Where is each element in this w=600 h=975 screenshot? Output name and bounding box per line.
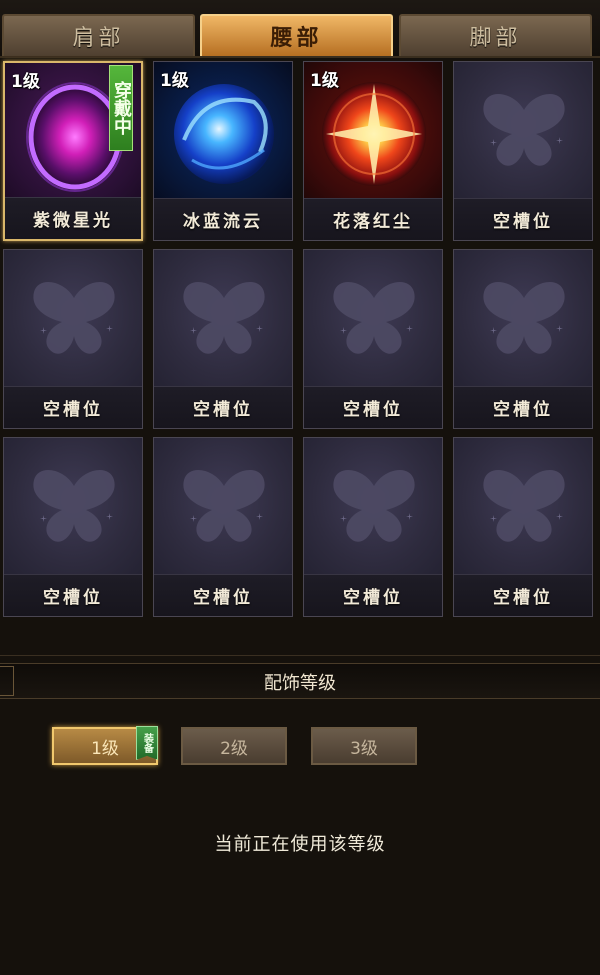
slot-name: 空槽位: [304, 574, 442, 616]
slot-name: 冰蓝流云: [154, 198, 292, 240]
status-text: 当前正在使用该等级: [214, 834, 386, 855]
slot-level: 1级: [11, 72, 40, 92]
empty-slot[interactable]: 空槽位: [303, 437, 443, 617]
tab-bar: 肩部 腰部 脚部: [0, 0, 600, 58]
butterfly-placeholder-icon: [33, 469, 115, 542]
tab-shoulder[interactable]: 肩部: [2, 14, 195, 56]
worn-badge: 穿戴中: [109, 65, 133, 151]
slot-name: 空槽位: [454, 574, 592, 616]
empty-slot[interactable]: 空槽位: [3, 437, 143, 617]
tab-waist[interactable]: 腰部: [200, 14, 393, 56]
empty-slot[interactable]: 空槽位: [453, 249, 593, 429]
accessory-slot[interactable]: 1级 花落红尘: [303, 61, 443, 241]
empty-slot[interactable]: 空槽位: [3, 249, 143, 429]
butterfly-placeholder-icon: [483, 281, 565, 354]
slot-name: 空槽位: [4, 386, 142, 428]
level-3-button[interactable]: 3级: [311, 727, 417, 765]
butterfly-placeholder-icon: [333, 469, 415, 542]
divider: [0, 655, 600, 658]
empty-slot[interactable]: 空槽位: [153, 437, 293, 617]
empty-slot[interactable]: 空槽位: [453, 61, 593, 241]
slot-name: 空槽位: [454, 386, 592, 428]
slot-name: 空槽位: [154, 574, 292, 616]
empty-slot[interactable]: 空槽位: [153, 249, 293, 429]
slot-name: 空槽位: [304, 386, 442, 428]
butterfly-placeholder-icon: [33, 281, 115, 354]
butterfly-placeholder-icon: [333, 281, 415, 354]
section-header: 配饰等级: [0, 663, 600, 699]
slot-name: 花落红尘: [304, 198, 442, 240]
butterfly-placeholder-icon: [483, 93, 565, 166]
butterfly-placeholder-icon: [483, 469, 565, 542]
level-2-button[interactable]: 2级: [181, 727, 287, 765]
accessory-grid: 1级 穿戴中 紫微星光 1级 冰蓝流云 1级 花落红尘 空槽位 空槽位 空槽位 …: [3, 61, 593, 617]
slot-name: 空槽位: [4, 574, 142, 616]
tab-feet[interactable]: 脚部: [399, 14, 592, 56]
butterfly-placeholder-icon: [183, 469, 265, 542]
empty-slot[interactable]: 空槽位: [303, 249, 443, 429]
slot-level: 1级: [310, 71, 339, 91]
accessory-slot[interactable]: 1级 冰蓝流云: [153, 61, 293, 241]
equipped-badge: 装备: [136, 726, 158, 760]
section-title: 配饰等级: [264, 673, 336, 694]
slot-name: 紫微星光: [5, 197, 141, 239]
empty-slot[interactable]: 空槽位: [453, 437, 593, 617]
slot-name: 空槽位: [454, 198, 592, 240]
slot-name: 空槽位: [154, 386, 292, 428]
accessory-slot[interactable]: 1级 穿戴中 紫微星光: [3, 61, 143, 241]
butterfly-placeholder-icon: [183, 281, 265, 354]
slot-level: 1级: [160, 71, 189, 91]
